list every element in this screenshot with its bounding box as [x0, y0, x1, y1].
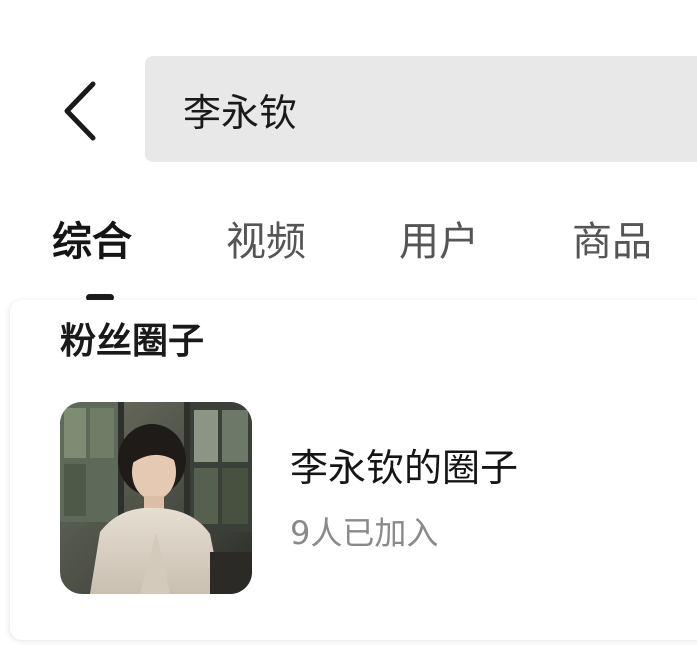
tab-products[interactable]: 商品: [572, 212, 652, 272]
circle-name: 李永钦的圈子: [290, 446, 519, 490]
back-button[interactable]: [52, 76, 108, 146]
tab-comprehensive[interactable]: 综合: [52, 212, 132, 272]
search-header: 综合 视频 用户 商品: [0, 0, 697, 301]
tab-users[interactable]: 用户: [399, 212, 479, 272]
chevron-left-icon: [64, 81, 96, 141]
fan-circle-section: 粉丝圈子 李永钦的圈子 9人已加入: [10, 300, 697, 640]
circle-avatar[interactable]: [60, 402, 252, 594]
search-bar[interactable]: [145, 56, 697, 162]
tab-videos[interactable]: 视频: [226, 212, 306, 272]
section-title: 粉丝圈子: [60, 321, 205, 362]
tab-bar: 综合 视频 用户 商品: [0, 212, 697, 272]
circle-cover-image: [60, 402, 252, 594]
fan-circle-item[interactable]: 李永钦的圈子 9人已加入: [10, 400, 697, 600]
search-input[interactable]: [183, 87, 663, 131]
circle-member-count: 9人已加入: [290, 514, 439, 552]
